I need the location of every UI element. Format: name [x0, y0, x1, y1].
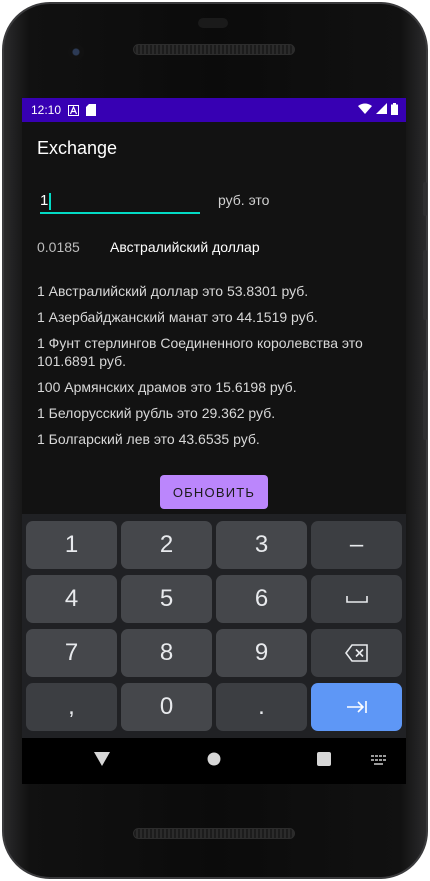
list-item: 100 Армянских драмов это 15.6198 руб.: [37, 379, 297, 395]
currency-selector[interactable]: Австралийский доллар: [110, 239, 260, 255]
key-5[interactable]: 5: [121, 575, 212, 623]
key-space[interactable]: [311, 575, 402, 623]
numeric-keyboard: 1 2 3 – 4 5 6 7 8 9 , 0 .: [22, 514, 406, 738]
status-time: 12:10: [31, 103, 62, 117]
back-icon[interactable]: [94, 752, 110, 771]
front-camera: [68, 44, 84, 60]
key-9[interactable]: 9: [216, 629, 307, 677]
font-icon: [68, 104, 80, 116]
screen: 12:10 Exchange руб. это 0.0185 Австралий…: [22, 98, 406, 738]
volume-up-button: [423, 250, 427, 320]
volume-down-button: [423, 370, 427, 440]
bottom-speaker: [133, 828, 295, 839]
key-2[interactable]: 2: [121, 521, 212, 569]
key-1[interactable]: 1: [26, 521, 117, 569]
recents-icon[interactable]: [317, 752, 331, 771]
navigation-bar: [22, 738, 406, 784]
key-period[interactable]: .: [216, 683, 307, 731]
amount-input[interactable]: [40, 188, 200, 214]
signal-icon: [376, 103, 387, 117]
next-icon: [346, 701, 367, 713]
wifi-icon: [358, 103, 372, 117]
selected-rate: 0.0185: [37, 239, 80, 255]
sd-card-icon: [86, 104, 97, 116]
key-dash[interactable]: –: [311, 521, 402, 569]
space-icon: [345, 596, 368, 603]
rates-list: 1 Австралийский доллар это 53.8301 руб. …: [37, 282, 397, 456]
key-0[interactable]: 0: [121, 683, 212, 731]
power-button: [423, 182, 427, 216]
list-item: 1 Азербайджанский манат это 44.1519 руб.: [37, 309, 318, 325]
app-title: Exchange: [37, 138, 118, 158]
key-backspace[interactable]: [311, 629, 402, 677]
key-next[interactable]: [311, 683, 402, 731]
list-item: 1 Белорусский рубль это 29.362 руб.: [37, 405, 276, 421]
list-item: 1 Австралийский доллар это 53.8301 руб.: [37, 283, 309, 299]
text-cursor: [49, 193, 51, 210]
battery-icon: [391, 102, 398, 118]
key-8[interactable]: 8: [121, 629, 212, 677]
refresh-button[interactable]: ОБНОВИТЬ: [160, 475, 268, 509]
key-7[interactable]: 7: [26, 629, 117, 677]
backspace-icon: [344, 644, 368, 662]
list-item: 1 Болгарский лев это 43.6535 руб.: [37, 431, 260, 447]
key-6[interactable]: 6: [216, 575, 307, 623]
key-3[interactable]: 3: [216, 521, 307, 569]
list-item: 1 Фунт стерлингов Соединенного королевст…: [37, 335, 363, 369]
status-right-icons: [358, 102, 398, 118]
home-icon[interactable]: [207, 752, 221, 771]
rub-label: руб. это: [218, 192, 270, 208]
key-4[interactable]: 4: [26, 575, 117, 623]
earpiece-speaker: [133, 44, 295, 55]
status-bar: 12:10: [22, 98, 406, 122]
keyboard-switch-icon[interactable]: [371, 754, 387, 772]
top-sensor: [198, 18, 228, 28]
key-comma[interactable]: ,: [26, 683, 117, 731]
